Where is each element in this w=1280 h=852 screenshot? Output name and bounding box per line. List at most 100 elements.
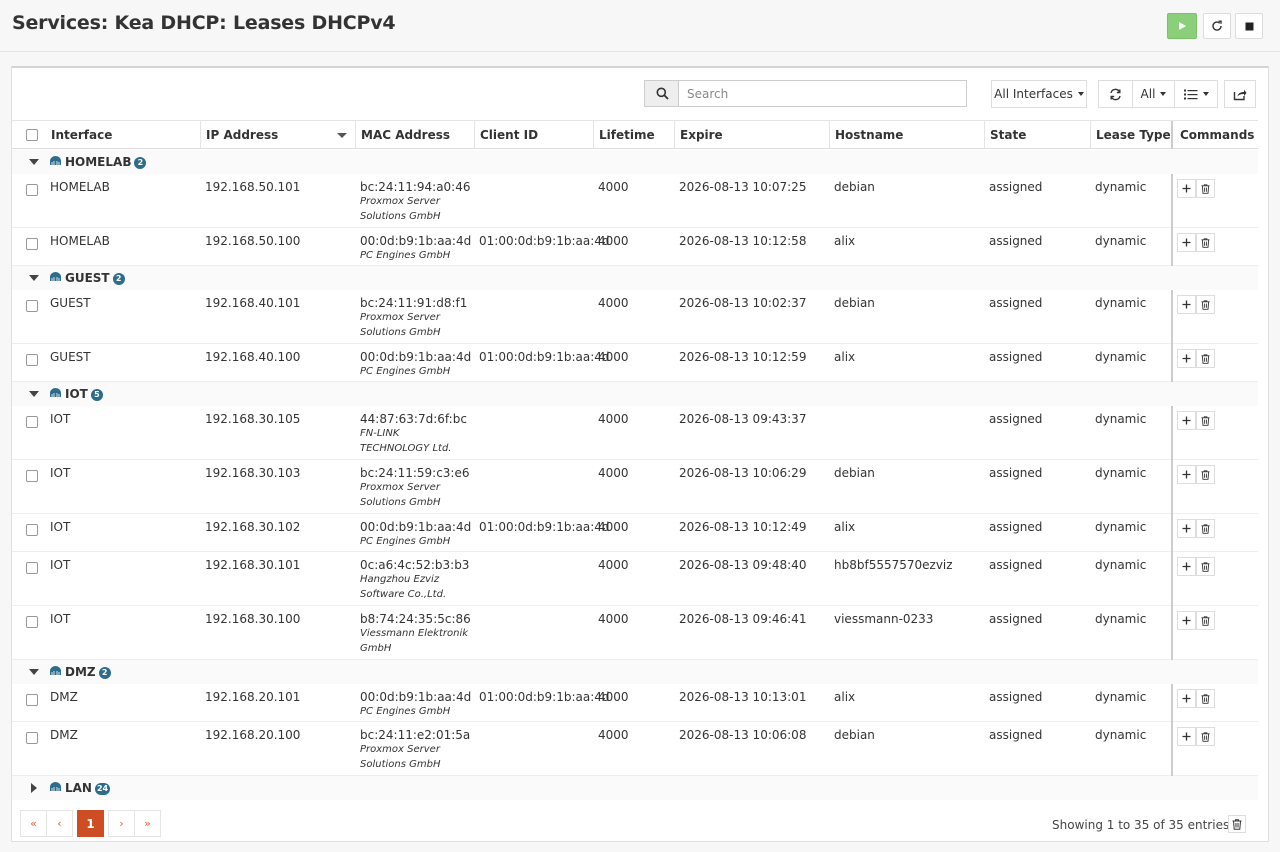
group-row-lan[interactable]: LAN 24 [12,776,1258,800]
delete-lease-button[interactable] [1196,233,1215,252]
cell-expire: 2026-08-13 10:12:49 [679,520,807,534]
add-reservation-button[interactable] [1177,295,1196,314]
group-row-dmz[interactable]: DMZ 2 [12,660,1258,684]
column-header-lifetime[interactable]: Lifetime [594,121,675,149]
plus-icon [1182,300,1191,309]
cell-interface: DMZ [50,728,78,742]
add-reservation-button[interactable] [1177,465,1196,484]
cell-mac-address: 00:0d:b9:1b:aa:4d PC Engines GmbH [356,690,471,719]
add-reservation-button[interactable] [1177,411,1196,430]
delete-lease-button[interactable] [1196,727,1215,746]
lease-row[interactable]: IOT 192.168.30.101 0c:a6:4c:52:b3:b3 Hangzh… [12,552,1258,606]
caret-right-icon[interactable] [31,783,37,793]
cell-lifetime: 4000 [598,180,629,194]
restart-service-button[interactable] [1203,13,1231,39]
add-reservation-button[interactable] [1177,233,1196,252]
refresh-button[interactable] [1098,80,1133,108]
cell-state: assigned [989,520,1043,534]
row-checkbox[interactable] [26,562,38,574]
delete-lease-button[interactable] [1196,349,1215,368]
row-checkbox[interactable] [26,300,38,312]
lease-row[interactable]: GUEST 192.168.40.101 bc:24:11:91:d8:f1 Prox… [12,290,1258,344]
cell-lifetime: 4000 [598,728,629,742]
delete-lease-button[interactable] [1196,465,1215,484]
cell-hostname: alix [834,690,856,704]
lease-row[interactable]: IOT 192.168.30.105 44:87:63:7d:6f:bc FN-LIN… [12,406,1258,460]
lease-row[interactable]: IOT 192.168.30.100 b8:74:24:35:5c:86 Viessm… [12,606,1258,660]
column-header-client-id[interactable]: Client ID [475,121,594,149]
stop-service-button[interactable] [1235,13,1263,39]
column-header-lease-type[interactable]: Lease Type [1091,121,1173,149]
add-reservation-button[interactable] [1177,519,1196,538]
delete-lease-button[interactable] [1196,295,1215,314]
add-reservation-button[interactable] [1177,557,1196,576]
select-all-checkbox[interactable] [26,129,38,141]
caret-down-icon[interactable] [29,159,39,165]
add-reservation-button[interactable] [1177,611,1196,630]
row-checkbox[interactable] [26,470,38,482]
add-reservation-button[interactable] [1177,727,1196,746]
row-checkbox[interactable] [26,416,38,428]
group-name: HOMELAB [65,155,132,169]
add-reservation-button[interactable] [1177,349,1196,368]
group-row-homelab[interactable]: HOMELAB 2 [12,150,1258,174]
search-input[interactable] [678,80,967,107]
lease-row[interactable]: IOT 192.168.30.102 00:0d:b9:1b:aa:4d PC Eng… [12,514,1258,552]
last-page-button[interactable]: » [134,810,161,837]
column-header-commands: Commands [1180,128,1255,142]
delete-lease-button[interactable] [1196,179,1215,198]
export-button[interactable] [1224,80,1256,108]
next-page-button[interactable]: › [108,810,135,837]
lease-row[interactable]: GUEST 192.168.40.100 00:0d:b9:1b:aa:4d PC E… [12,344,1258,382]
cell-hostname: alix [834,520,856,534]
cell-ip-address: 192.168.50.101 [205,180,301,194]
cell-expire: 2026-08-13 10:02:37 [679,296,807,310]
cell-state: assigned [989,350,1043,364]
previous-page-button[interactable]: ‹ [46,810,73,837]
row-checkbox[interactable] [26,732,38,744]
row-checkbox[interactable] [26,354,38,366]
columns-dropdown[interactable] [1174,80,1218,108]
search-button[interactable] [644,80,679,107]
delete-lease-button[interactable] [1196,411,1215,430]
caret-down-icon[interactable] [29,669,39,675]
start-service-button[interactable] [1167,13,1197,39]
delete-lease-button[interactable] [1196,611,1215,630]
group-row-guest[interactable]: GUEST 2 [12,266,1258,290]
lease-row[interactable]: DMZ 192.168.20.101 00:0d:b9:1b:aa:4d PC Eng… [12,684,1258,722]
column-header-expire[interactable]: Expire [675,121,830,149]
group-row-iot[interactable]: IOT 5 [12,382,1258,406]
cell-interface: IOT [50,412,71,426]
caret-down-icon[interactable] [29,275,39,281]
mac-value: bc:24:11:91:d8:f1 [360,296,468,310]
lease-row[interactable]: DMZ 192.168.20.100 bc:24:11:e2:01:5a Proxmo… [12,722,1258,776]
column-header-ip-address[interactable]: IP Address [201,121,356,149]
rows-per-page-dropdown[interactable]: All [1132,80,1175,108]
cell-mac-address: bc:24:11:59:c3:e6 Proxmox Server Solution… [356,466,470,510]
delete-all-button[interactable] [1228,815,1246,833]
interfaces-filter-dropdown[interactable]: All Interfaces [991,80,1087,108]
delete-lease-button[interactable] [1196,689,1215,708]
column-header-hostname[interactable]: Hostname [830,121,985,149]
column-header-ip-address-label: IP Address [206,128,279,142]
cell-expire: 2026-08-13 10:06:08 [679,728,807,742]
column-header-mac-address[interactable]: MAC Address [356,121,475,149]
caret-down-icon[interactable] [29,391,39,397]
row-checkbox[interactable] [26,184,38,196]
delete-lease-button[interactable] [1196,557,1215,576]
lease-row[interactable]: HOMELAB 192.168.50.101 bc:24:11:94:a0:46 Pr… [12,174,1258,228]
first-page-button[interactable]: « [20,810,47,837]
row-checkbox[interactable] [26,238,38,250]
delete-lease-button[interactable] [1196,519,1215,538]
row-checkbox[interactable] [26,694,38,706]
add-reservation-button[interactable] [1177,689,1196,708]
cell-expire: 2026-08-13 10:06:29 [679,466,807,480]
column-header-state[interactable]: State [985,121,1091,149]
lease-row[interactable]: HOMELAB 192.168.50.100 00:0d:b9:1b:aa:4d PC… [12,228,1258,266]
page-1-button[interactable]: 1 [77,810,104,837]
lease-row[interactable]: IOT 192.168.30.103 bc:24:11:59:c3:e6 Proxmo… [12,460,1258,514]
add-reservation-button[interactable] [1177,179,1196,198]
row-checkbox[interactable] [26,616,38,628]
row-checkbox[interactable] [26,524,38,536]
column-header-interface[interactable]: Interface [46,121,201,149]
